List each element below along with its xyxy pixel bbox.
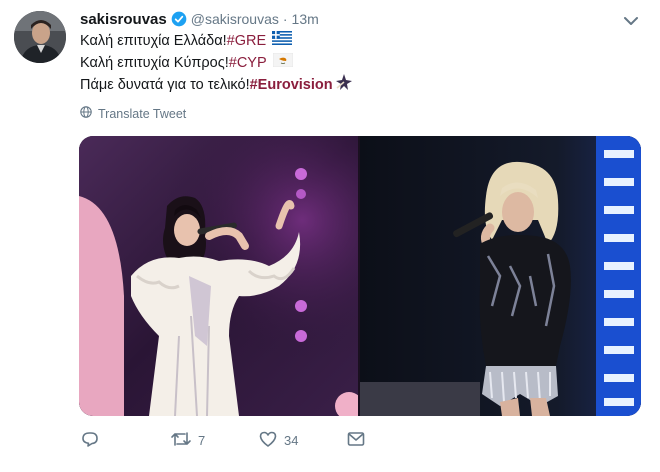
hashtag-link[interactable]: #GRE <box>227 30 267 52</box>
tweet-line: Καλή επιτυχία Κύπρος! #CYP <box>80 52 353 74</box>
photo-left[interactable] <box>79 136 358 416</box>
media-grid <box>79 136 641 416</box>
translate-tweet-link[interactable]: Translate Tweet <box>80 106 186 121</box>
retweet-icon <box>170 429 192 452</box>
tweet-line: Πάμε δυνατά για το τελικό! #Eurovision <box>80 73 353 98</box>
chevron-down-icon[interactable] <box>620 10 642 32</box>
retweet-button[interactable]: 7 <box>170 429 258 452</box>
hashtag-link[interactable]: #CYP <box>229 52 267 74</box>
message-icon <box>346 429 366 452</box>
tweet-timestamp[interactable]: 13m <box>292 11 319 27</box>
translate-label: Translate Tweet <box>98 106 187 121</box>
eurovision-emoji-icon <box>335 73 353 98</box>
tweet-card: sakisrouvas @sakisrouvas · 13m Καλή επιτ… <box>0 0 660 472</box>
tweet-line: Καλή επιτυχία Ελλάδα! #GRE <box>80 30 353 52</box>
reply-icon <box>80 429 100 452</box>
tweet-actions: 7 34 <box>80 428 366 452</box>
verified-badge-icon <box>171 11 187 27</box>
user-handle[interactable]: @sakisrouvas <box>191 11 279 27</box>
retweet-count: 7 <box>198 432 206 448</box>
like-icon <box>258 429 278 452</box>
photo-right[interactable] <box>360 136 641 416</box>
display-name[interactable]: sakisrouvas <box>80 11 167 28</box>
hashtag-link[interactable]: #Eurovision <box>250 74 333 96</box>
tweet-header: sakisrouvas @sakisrouvas · 13m <box>80 8 319 30</box>
tweet-text: Καλή επιτυχία Ελλάδα! #GRE Καλή επιτυχία… <box>80 30 353 96</box>
like-button[interactable]: 34 <box>258 429 346 452</box>
direct-message-button[interactable] <box>346 429 366 452</box>
like-count: 34 <box>284 432 299 448</box>
cyprus-flag-icon <box>272 52 293 74</box>
tweet-line-text: Πάμε δυνατά για το τελικό! <box>80 77 250 93</box>
avatar[interactable] <box>14 11 66 63</box>
reply-button[interactable] <box>80 429 170 452</box>
tweet-line-text: Καλή επιτυχία Κύπρος! <box>80 55 229 71</box>
tweet-line-text: Καλή επιτυχία Ελλάδα! <box>80 33 227 49</box>
separator-dot: · <box>282 11 288 27</box>
globe-icon <box>80 106 92 121</box>
greece-flag-icon <box>272 30 293 52</box>
